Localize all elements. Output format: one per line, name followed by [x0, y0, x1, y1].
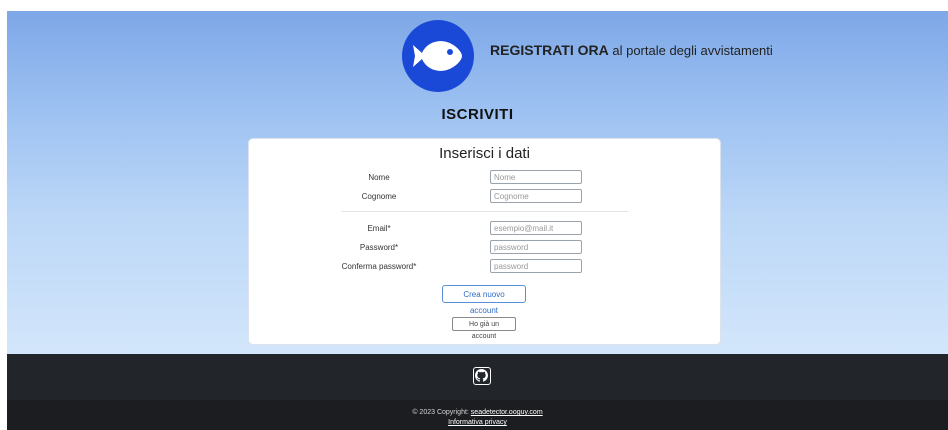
copyright-text: © 2023 Copyright: [412, 409, 471, 416]
site-link[interactable]: seadetector.ooguy.com [471, 409, 543, 416]
form-row-nome: Nome [249, 170, 720, 186]
github-icon [475, 369, 488, 382]
headline-rest: al portale degli avvistamenti [608, 43, 773, 58]
logo [402, 20, 474, 92]
page: REGISTRATI ORA al portale degli avvistam… [7, 11, 948, 430]
registration-card: Inserisci i dati Nome Cognome Email* Pas… [248, 138, 721, 345]
have-account-button[interactable]: Ho già un account [452, 317, 516, 340]
email-input[interactable] [490, 221, 582, 235]
github-button[interactable] [473, 367, 491, 385]
cognome-label: Cognome [361, 192, 397, 201]
fish-icon [413, 41, 462, 71]
password-label: Password* [359, 243, 399, 252]
form-divider [341, 211, 628, 212]
form-title: Inserisci i dati [439, 145, 530, 162]
page-title: ISCRIVITI [441, 106, 514, 123]
cognome-input[interactable] [490, 189, 582, 203]
hero-section: REGISTRATI ORA al portale degli avvistam… [7, 11, 948, 354]
form-row-cognome: Cognome [249, 189, 720, 205]
privacy-line: Informativa privacy [7, 419, 948, 426]
form-row-password: Password* [249, 240, 720, 256]
email-label: Email* [367, 224, 391, 233]
headline-bold: REGISTRATI ORA [490, 42, 609, 58]
nome-input[interactable] [490, 170, 582, 184]
confirm-password-label: Conferma password* [341, 262, 417, 271]
nome-label: Nome [368, 173, 390, 182]
headline: REGISTRATI ORA al portale degli avvistam… [490, 42, 773, 58]
form-row-email: Email* [249, 221, 720, 237]
footer: © 2023 Copyright: seadetector.ooguy.com … [7, 400, 948, 430]
footer-social [7, 354, 948, 400]
confirm-password-input[interactable] [490, 259, 582, 273]
form-row-confirm-password: Conferma password* [249, 259, 720, 275]
create-account-button[interactable]: Crea nuovo account [442, 285, 526, 315]
password-input[interactable] [490, 240, 582, 254]
privacy-link[interactable]: Informativa privacy [448, 419, 507, 426]
copyright-line: © 2023 Copyright: seadetector.ooguy.com [7, 409, 948, 416]
